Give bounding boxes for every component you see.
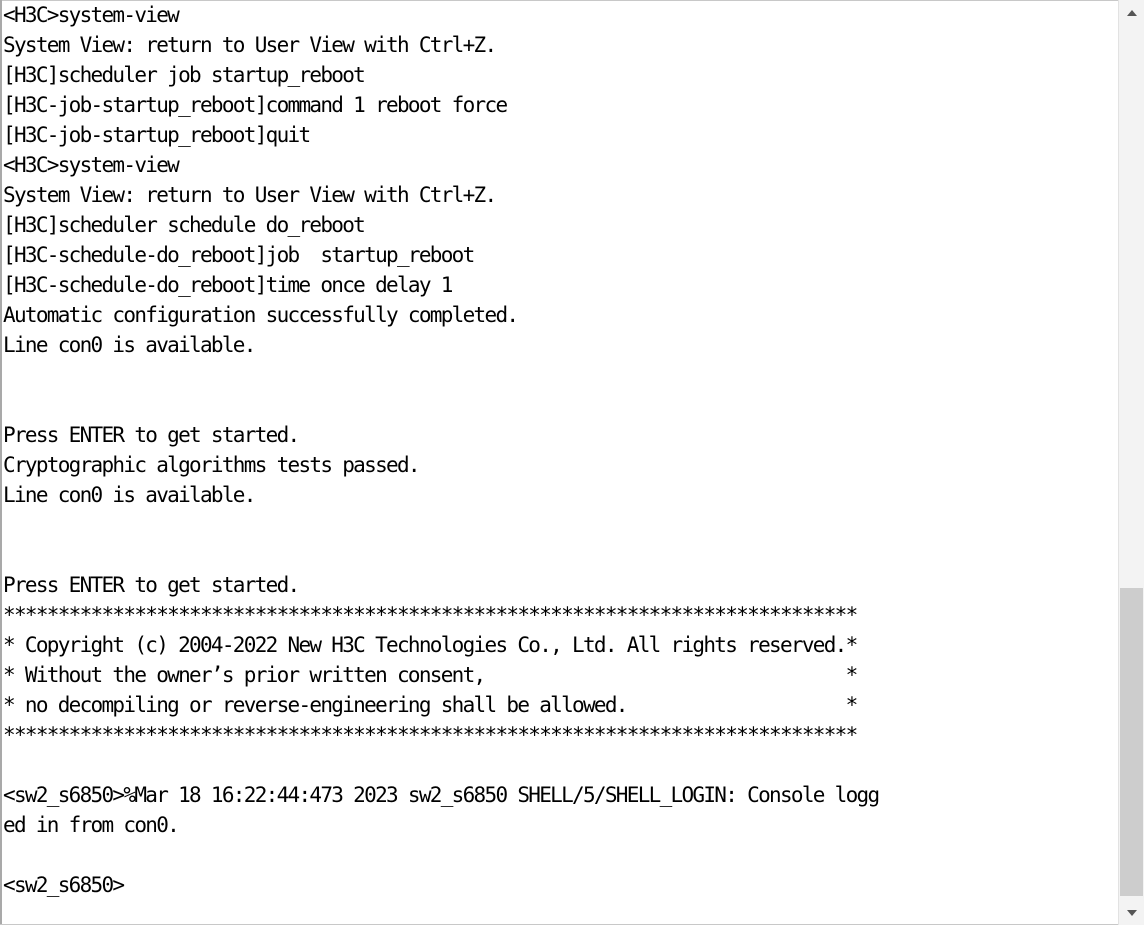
console-line: System View: return to User View with Ct… [3,183,497,207]
window-left-border [0,0,2,925]
terminal-window: <H3C>system-view System View: return to U… [0,0,1144,925]
console-line: [H3C-schedule-do_reboot]job startup_rebo… [3,243,475,267]
chevron-down-icon [1126,909,1137,916]
console-line: ****************************************… [3,603,858,627]
console-line: [H3C]scheduler job startup_reboot [3,63,366,87]
console-line: Cryptographic algorithms tests passed. [3,453,421,477]
console-line: System View: return to User View with Ct… [3,33,497,57]
console-line: ****************************************… [3,723,858,747]
console-line: * no decompiling or reverse-engineering … [3,693,858,717]
console-line: ed in from con0. [3,813,180,837]
scroll-down-button[interactable] [1119,900,1144,925]
console-line: [H3C-schedule-do_reboot]time once delay … [3,273,453,297]
console-line: <sw2_s6850>%Mar 18 16:22:44:473 2023 sw2… [3,783,880,807]
console-line: <H3C>system-view [3,153,180,177]
console-line: [H3C]scheduler schedule do_reboot [3,213,366,237]
console-line: Line con0 is available. [3,333,256,357]
console-line: Automatic configuration successfully com… [3,303,519,327]
console-line: * Copyright (c) 2004-2022 New H3C Techno… [3,633,858,657]
console-line: [H3C-job-startup_reboot]command 1 reboot… [3,93,508,117]
console-line: Line con0 is available. [3,483,256,507]
console-line: <sw2_s6850> [3,873,125,897]
scrollbar-track[interactable] [1119,25,1144,900]
console-line: * Without the owner’s prior written cons… [3,663,858,687]
console-line: [H3C-job-startup_reboot]quit [3,123,311,147]
console-text: <H3C>system-view System View: return to U… [3,0,1115,900]
console-line: <H3C>system-view [3,3,180,27]
scroll-up-button[interactable] [1119,0,1144,25]
chevron-up-icon [1126,9,1137,16]
scrollbar-thumb[interactable] [1120,588,1143,896]
console-output-area[interactable]: <H3C>system-view System View: return to U… [3,0,1115,925]
vertical-scrollbar[interactable] [1118,0,1144,925]
console-line: Press ENTER to get started. [3,573,300,597]
console-line: Press ENTER to get started. [3,423,300,447]
